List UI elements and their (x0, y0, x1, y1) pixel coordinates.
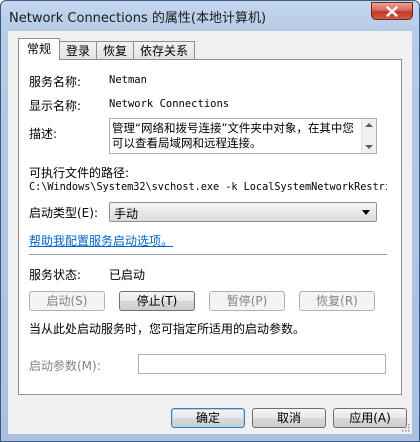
display-name-value: Network Connections (109, 98, 230, 110)
apply-button[interactable]: 应用(A) (333, 408, 407, 428)
tab-logon[interactable]: 登录 (59, 41, 98, 60)
close-icon (386, 5, 398, 17)
resume-button[interactable]: 恢复(R) (299, 291, 375, 311)
properties-window: Network Connections 的属性(本地计算机) 常规 登录 恢复 … (0, 0, 420, 442)
start-params-hint: 当从此处启动服务时，您可指定所适用的启动参数。 (29, 322, 306, 336)
startup-type-value: 手动 (114, 207, 139, 221)
exe-path-label: 可执行文件的路径: (29, 166, 130, 180)
resize-grip-icon[interactable] (400, 422, 410, 432)
description-label: 描述: (29, 127, 58, 141)
start-params-label: 启动参数(M): (29, 359, 101, 373)
ok-button[interactable]: 确定 (171, 408, 245, 428)
title-bar[interactable]: Network Connections 的属性(本地计算机) (1, 1, 419, 31)
startup-type-select[interactable]: 手动 (109, 202, 377, 222)
scroll-down-icon[interactable] (365, 145, 373, 149)
service-status-value: 已启动 (109, 268, 146, 282)
service-status-label: 服务状态: (29, 268, 82, 282)
dialog-client: 常规 登录 恢复 依存关系 服务名称: Netman 显示名称: Network… (8, 31, 412, 434)
tab-recovery[interactable]: 恢复 (96, 41, 135, 60)
cancel-button[interactable]: 取消 (252, 408, 326, 428)
start-button[interactable]: 启动(S) (29, 291, 105, 311)
service-name-value: Netman (109, 74, 147, 86)
divider (29, 254, 387, 256)
window-title: Network Connections 的属性(本地计算机) (9, 11, 267, 26)
scroll-up-icon[interactable] (365, 123, 373, 127)
close-button[interactable] (371, 2, 413, 20)
description-box[interactable]: 管理“网络和拨号连接”文件夹中对象，在其中您可以查看局域网和远程连接。 (109, 118, 377, 154)
tab-dependencies[interactable]: 依存关系 (133, 41, 196, 60)
description-scrollbar[interactable] (361, 119, 376, 153)
help-configure-link[interactable]: 帮助我配置服务启动选项。 (29, 232, 173, 249)
exe-path-value: C:\Windows\System32\svchost.exe -k Local… (29, 182, 387, 193)
stop-button[interactable]: 停止(T) (119, 291, 195, 311)
chevron-down-icon (362, 210, 370, 215)
start-params-input[interactable] (138, 354, 386, 374)
pause-button[interactable]: 暂停(P) (209, 291, 285, 311)
general-panel: 服务名称: Netman 显示名称: Network Connections 描… (18, 59, 402, 395)
description-text: 管理“网络和拨号连接”文件夹中对象，在其中您可以查看局域网和远程连接。 (112, 121, 354, 150)
tab-strip: 常规 登录 恢复 依存关系 (18, 38, 196, 60)
service-name-label: 服务名称: (29, 75, 82, 89)
tab-general[interactable]: 常规 (18, 38, 61, 60)
display-name-label: 显示名称: (29, 99, 82, 113)
startup-type-label: 启动类型(E): (29, 206, 98, 220)
